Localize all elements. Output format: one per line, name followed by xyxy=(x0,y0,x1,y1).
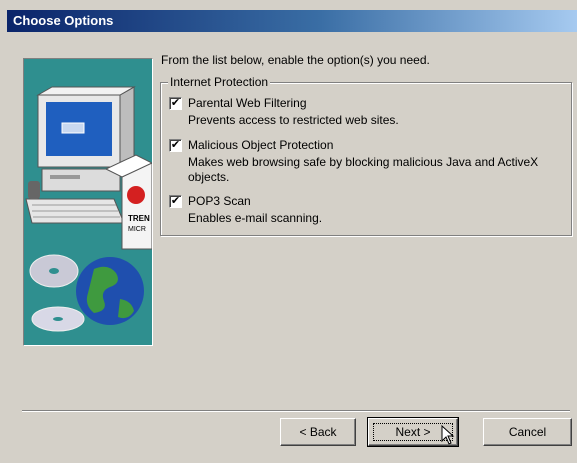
button-separator xyxy=(22,410,570,412)
option-description: Enables e-mail scanning. xyxy=(188,211,323,225)
malicious-object-protection-checkbox[interactable]: ✔ xyxy=(169,139,182,152)
svg-text:MICR: MICR xyxy=(128,226,146,233)
globe-icon xyxy=(76,257,144,325)
computer-icon: TREN MICR xyxy=(25,86,152,332)
back-button[interactable]: < Back xyxy=(280,418,356,446)
option-description: Makes web browsing safe by blocking mali… xyxy=(188,155,539,184)
svg-text:TREN: TREN xyxy=(128,214,150,223)
cd-icon xyxy=(29,254,85,332)
option-label: Malicious Object Protection xyxy=(188,138,334,152)
title-bar: Choose Options xyxy=(7,10,577,32)
option-label: POP3 Scan xyxy=(188,194,251,208)
option-label: Parental Web Filtering xyxy=(188,96,307,110)
group-label: Internet Protection xyxy=(168,75,271,89)
window-title: Choose Options xyxy=(13,13,114,28)
internet-protection-group: Internet Protection ✔ Parental Web Filte… xyxy=(160,75,572,236)
parental-web-filtering-checkbox[interactable]: ✔ xyxy=(169,97,182,110)
intro-text: From the list below, enable the option(s… xyxy=(161,53,430,67)
option-description: Prevents access to restricted web sites. xyxy=(188,113,399,127)
setup-dialog: Choose Options TREN MICR From the list b… xyxy=(0,0,577,463)
setup-illustration: TREN MICR xyxy=(23,58,153,346)
cancel-button[interactable]: Cancel xyxy=(483,418,572,446)
mouse-cursor-icon xyxy=(441,425,455,445)
pop3-scan-checkbox[interactable]: ✔ xyxy=(169,195,182,208)
